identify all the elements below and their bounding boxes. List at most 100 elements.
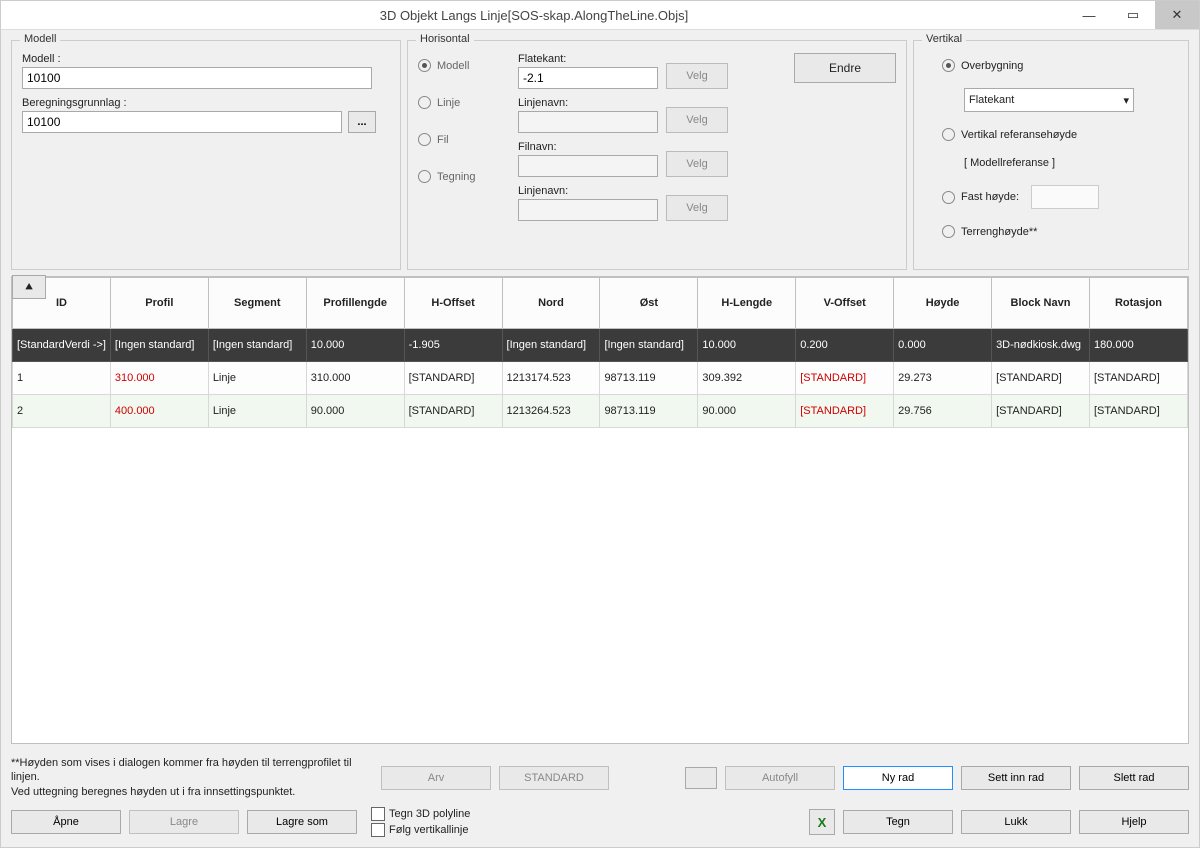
radio-dot-icon [942, 225, 955, 238]
table-cell[interactable]: 29.273 [894, 362, 992, 395]
col-header[interactable]: Block Navn [992, 278, 1090, 329]
velg-linjenavn1-button[interactable]: Velg [666, 107, 728, 133]
tegn-button[interactable]: Tegn [843, 810, 953, 834]
flatekant-label: Flatekant: [518, 53, 658, 65]
radio-dot-icon [418, 170, 431, 183]
autofyll-button[interactable]: Autofyll [725, 766, 835, 790]
radio-fil[interactable]: Fil [418, 133, 508, 146]
std-cell[interactable]: [Ingen standard] [208, 329, 306, 362]
col-header[interactable]: V-Offset [796, 278, 894, 329]
col-header[interactable]: H-Lengde [698, 278, 796, 329]
excel-button[interactable]: X [809, 809, 835, 835]
window-title: 3D Objekt Langs Linje[SOS-skap.AlongTheL… [1, 8, 1067, 23]
cb-folg-vertikal[interactable]: Følg vertikallinje [371, 823, 470, 837]
radio-dot-icon [418, 96, 431, 109]
apne-button[interactable]: Åpne [11, 810, 121, 834]
collapse-button[interactable]: ⯅ [12, 275, 46, 299]
col-header[interactable]: Segment [208, 278, 306, 329]
footnote: **Høyden som vises i dialogen kommer fra… [11, 756, 373, 799]
chevron-down-icon: ▾ [1123, 94, 1129, 107]
flatekant-input[interactable] [518, 67, 658, 89]
close-button[interactable]: ✕ [1155, 1, 1199, 29]
std-cell[interactable]: 0.000 [894, 329, 992, 362]
hjelp-button[interactable]: Hjelp [1079, 810, 1189, 834]
minimize-button[interactable]: — [1067, 1, 1111, 29]
std-cell[interactable]: 0.200 [796, 329, 894, 362]
table-cell[interactable]: Linje [208, 395, 306, 428]
arv-button[interactable]: Arv [381, 766, 491, 790]
table-cell[interactable]: 1213174.523 [502, 362, 600, 395]
bg-browse-button[interactable]: ... [348, 111, 376, 133]
table-cell[interactable]: 400.000 [110, 395, 208, 428]
table-cell[interactable]: [STANDARD] [992, 362, 1090, 395]
std-cell[interactable]: 180.000 [1089, 329, 1187, 362]
checkbox-icon [371, 823, 385, 837]
slett-rad-button[interactable]: Slett rad [1079, 766, 1189, 790]
radio-vref[interactable]: Vertikal referansehøyde [942, 128, 1174, 141]
table-cell[interactable]: 90.000 [306, 395, 404, 428]
standard-button[interactable]: STANDARD [499, 766, 609, 790]
radio-linje[interactable]: Linje [418, 96, 508, 109]
modell-fieldset: Modell Modell : Beregningsgrunnlag : ...… [11, 40, 401, 270]
col-header[interactable]: Øst [600, 278, 698, 329]
radio-modell[interactable]: Modell [418, 59, 508, 72]
horisontal-legend: Horisontal [416, 33, 474, 45]
velg-flatekant-button[interactable]: Velg [666, 63, 728, 89]
modell-input[interactable] [22, 67, 372, 89]
std-cell[interactable]: [Ingen standard] [110, 329, 208, 362]
table-cell[interactable]: 310.000 [110, 362, 208, 395]
table-cell[interactable]: [STANDARD] [992, 395, 1090, 428]
lagre-button[interactable]: Lagre [129, 810, 239, 834]
radio-overbygning[interactable]: Overbygning [942, 59, 1174, 72]
table-cell[interactable]: 310.000 [306, 362, 404, 395]
col-header[interactable]: Profillengde [306, 278, 404, 329]
std-cell[interactable]: -1.905 [404, 329, 502, 362]
std-cell[interactable]: [Ingen standard] [600, 329, 698, 362]
radio-dot-icon [942, 59, 955, 72]
velg-filnavn-button[interactable]: Velg [666, 151, 728, 177]
radio-fast[interactable]: Fast høyde: [942, 185, 1174, 209]
std-cell[interactable]: 10.000 [698, 329, 796, 362]
col-header[interactable]: Profil [110, 278, 208, 329]
col-header[interactable]: H-Offset [404, 278, 502, 329]
data-table[interactable]: IDProfilSegmentProfillengdeH-OffsetNordØ… [11, 276, 1189, 744]
table-cell[interactable]: 98713.119 [600, 362, 698, 395]
table-cell[interactable]: Linje [208, 362, 306, 395]
lagre-som-button[interactable]: Lagre som [247, 810, 357, 834]
table-cell[interactable]: [STANDARD] [1089, 395, 1187, 428]
col-header[interactable]: Nord [502, 278, 600, 329]
autofyll-icon-button[interactable] [685, 767, 717, 789]
table-cell[interactable]: 90.000 [698, 395, 796, 428]
table-cell[interactable]: [STANDARD] [404, 395, 502, 428]
modellref-label: [ Modellreferanse ] [964, 157, 1174, 169]
table-cell[interactable]: [STANDARD] [1089, 362, 1187, 395]
table-cell[interactable]: [STANDARD] [796, 362, 894, 395]
std-cell[interactable]: 3D-nødkiosk.dwg [992, 329, 1090, 362]
table-cell[interactable]: 1 [13, 362, 111, 395]
std-cell[interactable]: [StandardVerdi ->] [13, 329, 111, 362]
table-cell[interactable]: [STANDARD] [796, 395, 894, 428]
table-cell[interactable]: 309.392 [698, 362, 796, 395]
maximize-button[interactable]: ▭ [1111, 1, 1155, 29]
std-cell[interactable]: 10.000 [306, 329, 404, 362]
col-header[interactable]: Rotasjon [1089, 278, 1187, 329]
radio-tegning[interactable]: Tegning [418, 170, 508, 183]
std-cell[interactable]: [Ingen standard] [502, 329, 600, 362]
table-cell[interactable]: 98713.119 [600, 395, 698, 428]
sett-inn-rad-button[interactable]: Sett inn rad [961, 766, 1071, 790]
table-cell[interactable]: [STANDARD] [404, 362, 502, 395]
lukk-button[interactable]: Lukk [961, 810, 1071, 834]
ny-rad-button[interactable]: Ny rad [843, 766, 953, 790]
radio-terreng[interactable]: Terrenghøyde** [942, 225, 1174, 238]
filnavn-input [518, 155, 658, 177]
table-cell[interactable]: 29.756 [894, 395, 992, 428]
flatekant-select[interactable]: Flatekant▾ [964, 88, 1134, 112]
endre-button[interactable]: Endre [794, 53, 896, 83]
cb-3d-polyline[interactable]: Tegn 3D polyline [371, 807, 470, 821]
table-cell[interactable]: 2 [13, 395, 111, 428]
linjenavn2-label: Linjenavn: [518, 185, 658, 197]
bg-input[interactable] [22, 111, 342, 133]
table-cell[interactable]: 1213264.523 [502, 395, 600, 428]
col-header[interactable]: Høyde [894, 278, 992, 329]
velg-linjenavn2-button[interactable]: Velg [666, 195, 728, 221]
